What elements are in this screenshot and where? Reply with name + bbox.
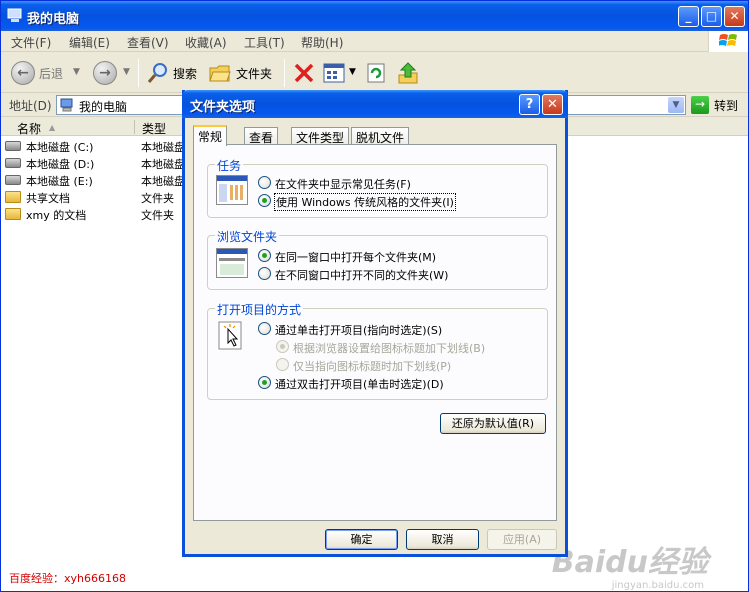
toolbar-separator <box>284 59 285 87</box>
folders-label[interactable]: 文件夹 <box>236 65 272 82</box>
maximize-button[interactable]: □ <box>701 6 722 27</box>
apply-button: 应用(A) <box>487 529 557 550</box>
cancel-button[interactable]: 取消 <box>406 529 479 550</box>
tab-view[interactable]: 查看 <box>244 127 279 145</box>
dialog-close-button[interactable]: ✕ <box>542 94 563 115</box>
menu-view[interactable]: 查看(V) <box>127 34 169 51</box>
tab-file-types[interactable]: 文件类型 <box>291 127 350 145</box>
item-name: 本地磁盘 (C:) <box>26 141 94 154</box>
column-type[interactable]: 类型 <box>142 120 166 137</box>
search-icon[interactable] <box>147 62 169 84</box>
go-arrow-icon[interactable]: → <box>691 96 709 114</box>
menu-file[interactable]: 文件(F) <box>11 34 51 51</box>
computer-icon <box>7 8 22 22</box>
radio-double-click[interactable] <box>258 376 271 389</box>
item-name: xmy 的文档 <box>26 209 87 222</box>
item-name: 本地磁盘 (E:) <box>26 175 93 188</box>
browse-group-title: 浏览文件夹 <box>215 228 280 245</box>
radio-separate-window[interactable] <box>258 267 271 280</box>
sort-ascending-icon: ▲ <box>49 123 56 132</box>
column-name[interactable]: 名称 <box>17 120 41 137</box>
folders-icon[interactable] <box>209 63 231 83</box>
views-dropdown-icon[interactable]: ▼ <box>349 67 356 77</box>
option-label: 通过单击打开项目(指向时选定)(S) <box>275 324 443 337</box>
minimize-button[interactable]: _ <box>678 6 699 27</box>
delete-icon[interactable] <box>293 62 315 84</box>
menu-help[interactable]: 帮助(H) <box>301 34 343 51</box>
forward-dropdown-icon[interactable]: ▼ <box>123 67 130 77</box>
baidu-logo: Baidu经验 <box>551 545 708 580</box>
menu-favorites[interactable]: 收藏(A) <box>185 34 227 51</box>
folder-icon <box>5 208 21 220</box>
item-type: 文件夹 <box>141 209 174 222</box>
computer-icon <box>60 98 73 112</box>
folder-options-dialog: 文件夹选项 ? ✕ 常规 查看 文件类型 脱机文件 任务 在文件夹中显示常见任务… <box>182 90 568 557</box>
column-divider[interactable] <box>134 120 135 134</box>
back-label: 后退 <box>39 67 64 81</box>
option-label: 通过双击打开项目(单击时选定)(D) <box>275 378 444 391</box>
author-watermark: 百度经验：xyh666168 <box>9 572 126 585</box>
option-label: 在文件夹中显示常见任务(F) <box>275 178 411 191</box>
drive-icon <box>5 175 21 185</box>
window-title: 我的电脑 <box>27 12 80 27</box>
option-label: 在同一窗口中打开每个文件夹(M) <box>275 251 437 264</box>
forward-button[interactable]: → <box>93 61 117 85</box>
tasks-preview-icon <box>216 175 248 205</box>
back-dropdown-icon[interactable]: ▼ <box>73 67 80 77</box>
item-name: 本地磁盘 (D:) <box>26 158 95 171</box>
item-type: 本地磁盘 <box>141 158 185 171</box>
toolbar-separator <box>138 59 139 87</box>
tab-page-general: 任务 在文件夹中显示常见任务(F) 使用 Windows 传统风格的文件夹(I)… <box>193 144 557 521</box>
tab-general[interactable]: 常规 <box>193 125 228 146</box>
tasks-group: 任务 在文件夹中显示常见任务(F) 使用 Windows 传统风格的文件夹(I) <box>207 157 548 218</box>
item-name: 共享文档 <box>26 192 70 205</box>
menu-bar: 文件(F) 编辑(E) 查看(V) 收藏(A) 工具(T) 帮助(H) <box>1 31 748 52</box>
refresh-icon[interactable] <box>365 62 387 84</box>
back-button[interactable]: ← <box>11 61 35 85</box>
option-label: 使用 Windows 传统风格的文件夹(I) <box>274 193 456 211</box>
radio-show-common-tasks[interactable] <box>258 176 271 189</box>
go-button[interactable]: 转到 <box>714 97 738 114</box>
menu-tools[interactable]: 工具(T) <box>244 34 285 51</box>
address-dropdown-icon[interactable]: ▼ <box>668 97 684 113</box>
click-cursor-icon <box>218 321 242 350</box>
drive-icon <box>5 141 21 151</box>
radio-classic-folders[interactable] <box>258 194 271 207</box>
click-group-title: 打开项目的方式 <box>215 301 304 318</box>
radio-underline-hover <box>276 358 289 371</box>
browse-folders-group: 浏览文件夹 在同一窗口中打开每个文件夹(M) 在不同窗口中打开不同的文件夹(W) <box>207 228 548 290</box>
drive-icon <box>5 158 21 168</box>
folder-icon <box>5 191 21 203</box>
up-folder-icon[interactable] <box>397 61 419 85</box>
option-label: 根据浏览器设置给图标标题加下划线(B) <box>293 342 486 355</box>
option-label: 仅当指向图标标题时加下划线(P) <box>293 360 452 373</box>
search-label[interactable]: 搜索 <box>173 65 197 82</box>
click-items-group: 打开项目的方式 通过单击打开项目(指向时选定)(S) 根据浏览器设置给图标标题加… <box>207 301 548 400</box>
close-button[interactable]: ✕ <box>724 6 745 27</box>
address-value: 我的电脑 <box>79 100 128 114</box>
radio-same-window[interactable] <box>258 249 271 262</box>
windows-logo <box>708 31 748 52</box>
title-bar: 我的电脑 _ □ ✕ <box>1 1 748 31</box>
browse-preview-icon <box>216 248 248 278</box>
item-type: 文件夹 <box>141 192 174 205</box>
restore-defaults-button[interactable]: 还原为默认值(R) <box>440 413 546 434</box>
tasks-group-title: 任务 <box>215 157 244 174</box>
radio-single-click[interactable] <box>258 322 271 335</box>
ok-button[interactable]: 确定 <box>325 529 398 550</box>
help-button[interactable]: ? <box>519 94 540 115</box>
tab-offline-files[interactable]: 脱机文件 <box>351 127 410 145</box>
item-type: 本地磁盘 <box>141 141 185 154</box>
menu-edit[interactable]: 编辑(E) <box>69 34 110 51</box>
dialog-title-bar: 文件夹选项 ? ✕ <box>182 90 568 118</box>
baidu-url: jingyan.baidu.com <box>611 580 704 591</box>
views-icon[interactable] <box>323 63 345 83</box>
windows-flag-icon <box>719 34 737 46</box>
option-label: 在不同窗口中打开不同的文件夹(W) <box>275 269 449 282</box>
item-type: 本地磁盘 <box>141 175 185 188</box>
toolbar: ← 后退 ▼ → ▼ 搜索 文件夹 ▼ <box>1 53 748 93</box>
dialog-title: 文件夹选项 <box>190 100 256 115</box>
radio-underline-browser <box>276 340 289 353</box>
address-label: 地址(D) <box>9 99 52 113</box>
